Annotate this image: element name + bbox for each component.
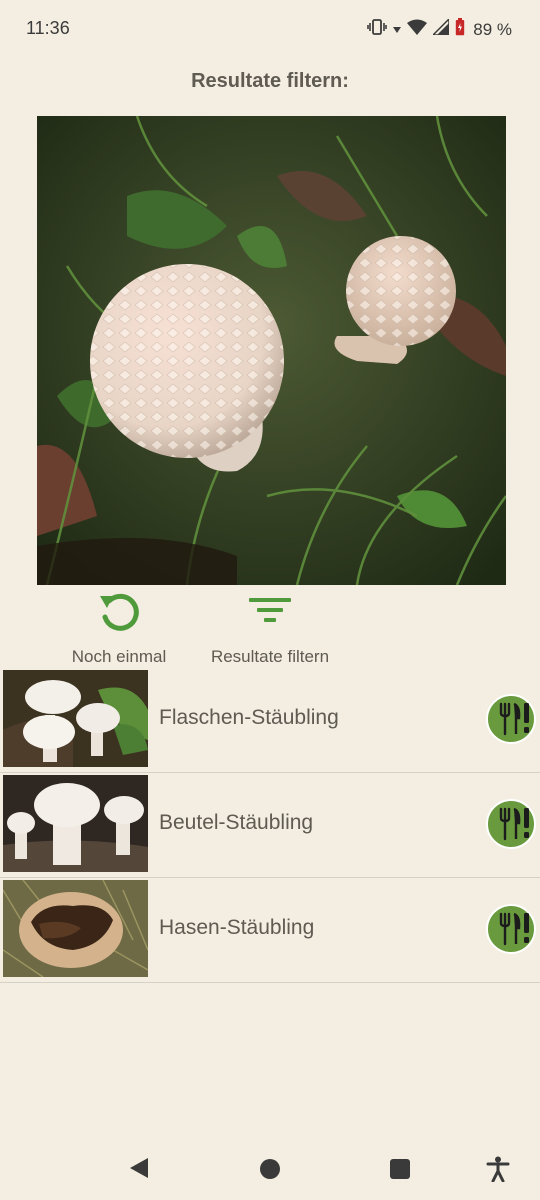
result-item-hasen-staeubling[interactable]: Hasen-Stäubling — [0, 878, 540, 983]
navigation-bar — [0, 1136, 540, 1200]
filter-icon — [247, 590, 293, 641]
result-thumbnail — [3, 670, 148, 767]
data-arrow-icon — [393, 21, 402, 39]
edible-warning-icon — [486, 799, 536, 849]
retry-label: Noch einmal — [71, 647, 167, 666]
signal-icon — [431, 17, 450, 40]
results-list: Flaschen-Stäubling Beutel-Stäubling Hase… — [0, 668, 540, 983]
accessibility-icon[interactable] — [486, 1156, 510, 1187]
wifi-icon — [407, 19, 428, 40]
vibrate-icon — [367, 19, 388, 40]
back-icon[interactable] — [128, 1156, 150, 1185]
action-bar: Noch einmal Resultate filtern — [0, 590, 540, 668]
retry-icon — [96, 590, 142, 641]
result-name: Flaschen-Stäubling — [159, 706, 339, 729]
status-time: 11:36 — [26, 18, 70, 38]
filter-label: Resultate filtern — [210, 647, 330, 666]
home-icon[interactable] — [259, 1158, 281, 1185]
recents-icon[interactable] — [389, 1158, 411, 1185]
result-name: Beutel-Stäubling — [159, 811, 314, 834]
result-thumbnail — [3, 880, 148, 977]
status-bar: 11:36 89 % — [0, 0, 540, 58]
result-item-flaschen-staeubling[interactable]: Flaschen-Stäubling — [0, 668, 540, 773]
result-thumbnail — [3, 775, 148, 872]
mushroom-photo — [37, 116, 506, 585]
battery-percent: 89 % — [473, 19, 512, 39]
filter-results-button[interactable]: Resultate filtern — [196, 590, 344, 667]
retry-button[interactable]: Noch einmal — [52, 590, 186, 667]
edible-warning-icon — [486, 904, 536, 954]
result-item-beutel-staeubling[interactable]: Beutel-Stäubling — [0, 773, 540, 878]
page-title: Resultate filtern: — [191, 70, 349, 92]
status-icons: 89 % — [367, 17, 512, 41]
result-name: Hasen-Stäubling — [159, 916, 315, 939]
edible-warning-icon — [486, 694, 536, 744]
battery-icon — [455, 18, 465, 41]
